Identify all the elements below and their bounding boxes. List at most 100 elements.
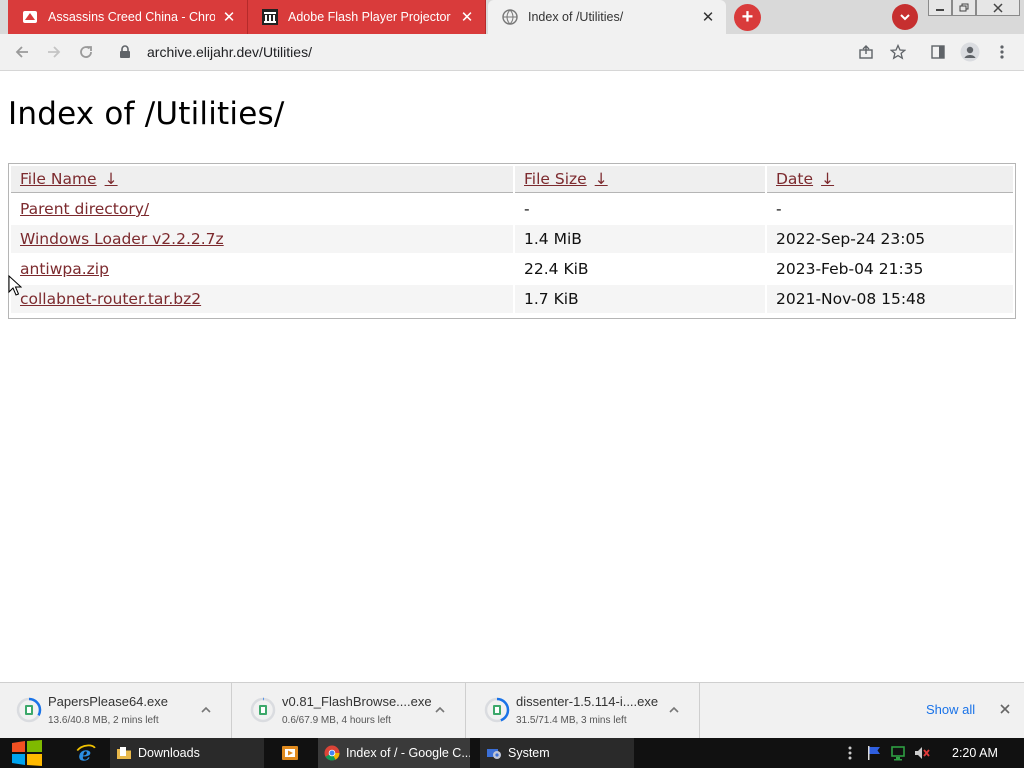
mouse-cursor-icon	[8, 274, 23, 301]
tab-close-icon[interactable]: ✕	[221, 9, 237, 26]
tab-close-icon[interactable]: ✕	[459, 9, 475, 26]
file-size: 1.4 MiB	[515, 225, 765, 253]
taskbar-downloads-folder[interactable]: Downloads	[110, 738, 264, 768]
download-filename: dissenter-1.5.114-i....exe	[516, 694, 659, 709]
download-status: 31.5/71.4 MB, 3 mins left	[516, 715, 627, 726]
plus-icon: +	[741, 6, 754, 28]
download-shelf: PapersPlease64.exe 13.6/40.8 MB, 2 mins …	[0, 682, 1024, 738]
back-button[interactable]	[12, 42, 32, 62]
file-size: 22.4 KiB	[524, 260, 589, 278]
download-item[interactable]: PapersPlease64.exe 13.6/40.8 MB, 2 mins …	[0, 683, 232, 738]
taskbar-media-player[interactable]	[276, 738, 306, 768]
address-bar[interactable]: archive.elijahr.dev/Utilities/	[112, 38, 888, 66]
header-label: File Name	[20, 170, 97, 188]
globe-favicon-icon	[502, 9, 518, 25]
chevron-up-icon[interactable]	[433, 703, 447, 717]
tray-volume[interactable]	[914, 745, 930, 761]
taskbar: e Downloads Index of / - Google C... Sys…	[0, 738, 1024, 768]
network-icon	[891, 746, 905, 761]
menu-button[interactable]	[992, 42, 1012, 62]
table-row: antiwpa.zip 22.4 KiB 2023-Feb-04 21:35	[11, 255, 1013, 283]
sort-by-date-link[interactable]: Date ↓	[776, 170, 834, 188]
file-link[interactable]: collabnet-router.tar.bz2	[20, 290, 201, 308]
taskbar-label: Downloads	[138, 746, 200, 760]
star-icon	[890, 44, 906, 60]
tab-strip: Assassins Creed China - Chrome ✕ Adobe F…	[0, 0, 1024, 34]
url-text: archive.elijahr.dev/Utilities/	[147, 44, 312, 60]
tray-network[interactable]	[890, 745, 906, 761]
file-link[interactable]: Parent directory/	[20, 200, 149, 218]
table-row: Windows Loader v2.2.2.7z 1.4 MiB 2022-Se…	[11, 225, 1013, 253]
minimize-button[interactable]	[928, 0, 952, 16]
side-panel-button[interactable]	[928, 42, 948, 62]
restore-icon	[959, 3, 969, 11]
table-row: Parent directory/ - -	[11, 195, 1013, 223]
bookmark-button[interactable]	[888, 42, 908, 62]
sort-arrow-icon: ↓	[821, 170, 835, 188]
download-item[interactable]: dissenter-1.5.114-i....exe 31.5/71.4 MB,…	[468, 683, 700, 738]
archive-favicon-icon	[262, 9, 278, 25]
tab-title: Index of /Utilities/	[528, 10, 624, 24]
new-tab-button[interactable]: +	[734, 4, 761, 31]
file-link[interactable]: Windows Loader v2.2.2.7z	[20, 230, 224, 248]
minimize-icon	[936, 8, 944, 11]
tray-overflow-button[interactable]	[842, 745, 858, 761]
profile-button[interactable]	[960, 42, 980, 62]
file-link[interactable]: antiwpa.zip	[20, 260, 109, 278]
sort-by-name-link[interactable]: File Name ↓	[20, 170, 118, 188]
sort-arrow-icon: ↓	[594, 170, 608, 188]
media-player-icon	[282, 746, 298, 760]
windows-logo-icon	[12, 740, 42, 766]
taskbar-system[interactable]: System	[480, 738, 634, 768]
restore-button[interactable]	[952, 0, 976, 16]
taskbar-chrome[interactable]: Index of / - Google C...	[318, 738, 470, 768]
tab-close-icon[interactable]: ✕	[700, 9, 716, 26]
file-listing: File Name ↓ File Size ↓ Date ↓ Parent direc…	[8, 163, 1016, 319]
forward-button[interactable]	[44, 42, 64, 62]
taskbar-internet-explorer[interactable]: e	[70, 738, 100, 768]
tab-search-button[interactable]	[892, 4, 918, 30]
share-button[interactable]	[856, 42, 876, 62]
browser-toolbar: archive.elijahr.dev/Utilities/	[0, 34, 1024, 71]
taskbar-label: Index of / - Google C...	[346, 746, 470, 760]
tab-title: Assassins Creed China - Chrome	[48, 10, 215, 24]
file-size: -	[524, 200, 530, 218]
sort-by-size-link[interactable]: File Size ↓	[524, 170, 608, 188]
file-table: File Name ↓ File Size ↓ Date ↓ Parent direc…	[9, 164, 1015, 315]
page-title: Index of /Utilities/	[8, 96, 285, 132]
header-label: Date	[776, 170, 814, 188]
system-icon	[487, 749, 501, 759]
volume-muted-icon	[915, 747, 930, 759]
lock-icon	[120, 45, 130, 58]
tab-assassins-creed[interactable]: Assassins Creed China - Chrome ✕	[8, 0, 248, 34]
file-size: 1.7 KiB	[515, 285, 765, 313]
header-label: File Size	[524, 170, 587, 188]
reload-button[interactable]	[76, 42, 96, 62]
file-date: 2022-Sep-24 23:05	[767, 225, 1013, 253]
download-status: 0.6/67.9 MB, 4 hours left	[282, 715, 391, 726]
folder-icon	[117, 747, 131, 759]
download-filename: PapersPlease64.exe	[48, 694, 168, 709]
chevron-up-icon[interactable]	[199, 703, 213, 717]
arrow-right-icon	[48, 46, 61, 58]
kebab-menu-icon	[1000, 45, 1004, 59]
download-item[interactable]: v0.81_FlashBrowse....exe 0.6/67.9 MB, 4 …	[234, 683, 466, 738]
sort-arrow-icon: ↓	[104, 170, 118, 188]
download-filename: v0.81_FlashBrowse....exe	[282, 694, 432, 709]
chrome-icon	[324, 745, 340, 761]
taskbar-clock[interactable]: 2:20 AM	[952, 746, 998, 760]
start-button[interactable]	[10, 738, 44, 768]
chevron-up-icon[interactable]	[667, 703, 681, 717]
tray-action-center[interactable]	[866, 745, 882, 761]
file-date: 2023-Feb-04 21:35	[776, 260, 924, 278]
file-date: 2021-Nov-08 15:48	[767, 285, 1013, 313]
internet-explorer-icon: e	[76, 743, 96, 763]
close-window-button[interactable]	[976, 0, 1020, 16]
tab-flash-projector[interactable]: Adobe Flash Player Projector : Ar ✕	[248, 0, 486, 34]
show-all-downloads-link[interactable]: Show all	[926, 702, 975, 717]
tab-index-utilities[interactable]: Index of /Utilities/ ✕	[488, 0, 726, 34]
taskbar-label: System	[508, 746, 550, 760]
header-file-size: File Size ↓	[515, 166, 765, 193]
close-icon[interactable]	[998, 702, 1012, 716]
kebab-menu-icon	[848, 746, 852, 760]
